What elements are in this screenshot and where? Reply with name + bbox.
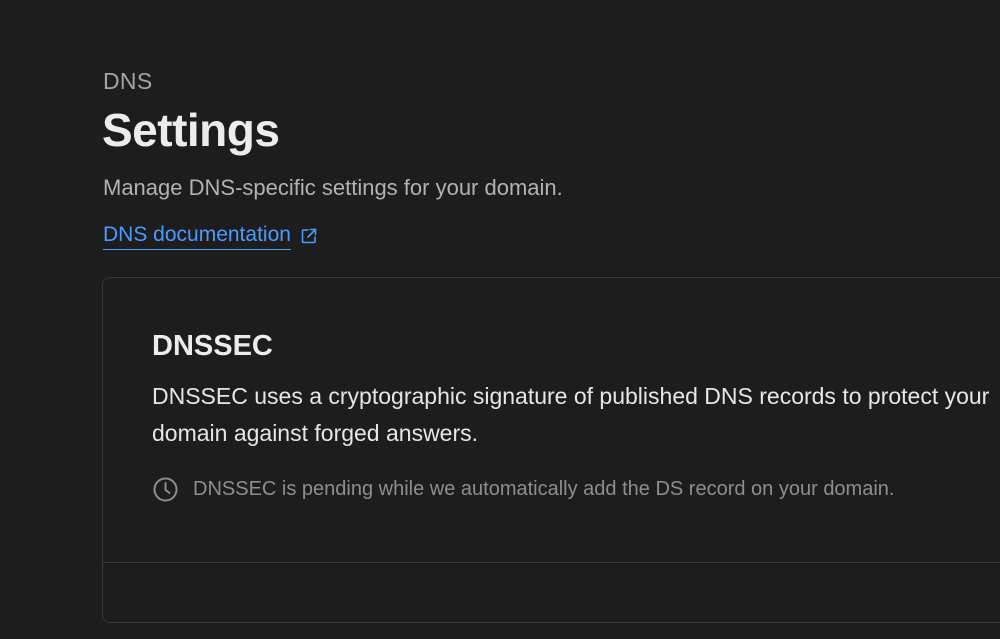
- external-link-icon: [300, 227, 318, 245]
- card-divider: [103, 562, 1000, 563]
- dns-documentation-link-label: DNS documentation: [103, 223, 291, 250]
- section-eyebrow: DNS: [103, 68, 153, 94]
- dnssec-card-description: DNSSEC uses a cryptographic signature of…: [152, 383, 990, 446]
- dnssec-status-text: DNSSEC is pending while we automatically…: [193, 478, 895, 500]
- page-title: Settings: [102, 104, 280, 156]
- dnssec-card: DNSSEC DNSSEC uses a cryptographic signa…: [102, 277, 1000, 623]
- clock-icon: [152, 476, 179, 503]
- dns-documentation-link[interactable]: DNS documentation: [103, 223, 318, 250]
- dnssec-card-title: DNSSEC: [152, 330, 273, 362]
- dns-settings-page: DNS Settings Manage DNS-specific setting…: [0, 0, 1000, 639]
- page-subtitle: Manage DNS-specific settings for your do…: [103, 175, 563, 200]
- dnssec-status-row: DNSSEC is pending while we automatically…: [152, 476, 894, 503]
